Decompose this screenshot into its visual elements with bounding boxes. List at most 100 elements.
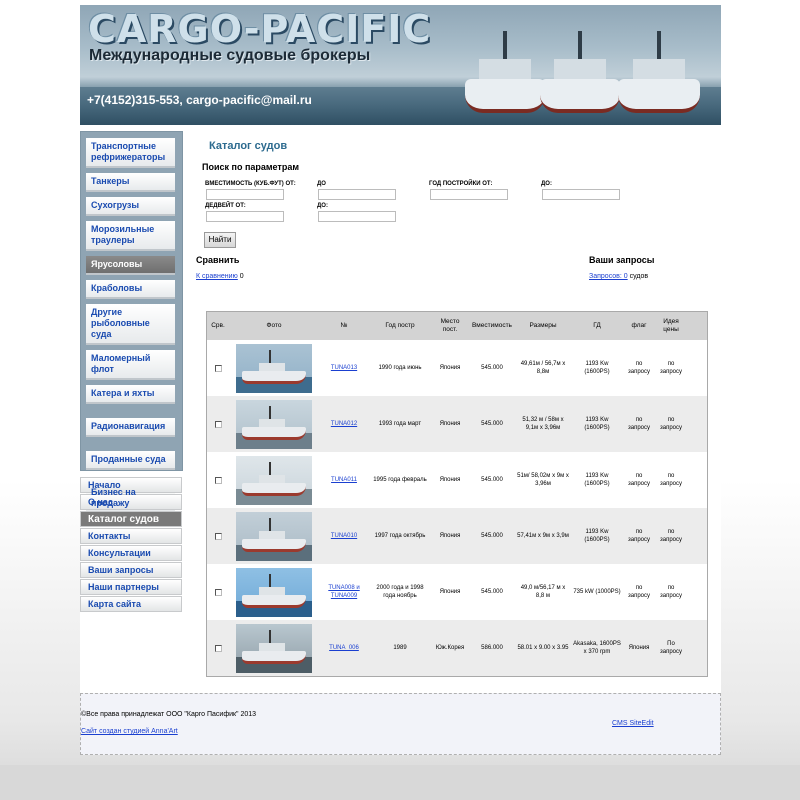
compare-checkbox[interactable] <box>214 364 222 372</box>
cell-engine: 1193 Kw (1600PS) <box>584 473 610 487</box>
compare-checkbox[interactable] <box>214 588 222 596</box>
cell-price: По запросу <box>659 641 682 655</box>
cell-engine: 1193 Kw (1600PS) <box>584 361 610 375</box>
cell-place: Япония <box>439 589 461 595</box>
requests-title: Ваши запросы <box>589 255 655 265</box>
ship-image <box>618 31 700 113</box>
compare-checkbox[interactable] <box>214 420 222 428</box>
vessel-photo[interactable] <box>236 511 312 561</box>
vessel-link[interactable]: TUNA012 <box>331 421 357 427</box>
compare-checkbox[interactable] <box>214 476 222 484</box>
cell-engine: 1193 Kw (1600PS) <box>584 417 610 431</box>
table-row: TUNA010 1997 года октябрь Япония 545.000… <box>207 508 707 564</box>
col-photo: Фото <box>266 322 282 329</box>
requests-line: Запросов: 0 судов <box>589 273 648 280</box>
cell-place: Япония <box>439 477 461 483</box>
site-logo[interactable]: CARGO-PACIFIC <box>88 7 431 51</box>
sidebar: Транспортные рефрижераторы Танкеры Сухог… <box>80 131 184 613</box>
vessel-photo[interactable] <box>236 343 312 393</box>
category-item-sold-vessels[interactable]: Проданные суда <box>86 451 175 470</box>
site-tagline: Международные судовые брокеры <box>89 47 371 64</box>
cell-flag: по запросу <box>627 417 650 431</box>
category-item-radionavigation[interactable]: Радионавигация <box>86 418 175 437</box>
vessel-photo[interactable] <box>236 399 312 449</box>
category-menu: Транспортные рефрижераторы Танкеры Сухог… <box>80 131 183 514</box>
category-item-other-fishing[interactable]: Другие рыболовные суда <box>86 304 175 345</box>
cell-price: по запросу <box>659 529 682 543</box>
nav-item-consultations[interactable]: Консультации <box>80 545 182 561</box>
year-to-label: ДО: <box>541 181 552 187</box>
compare-line: К сравнению 0 <box>196 273 244 280</box>
dwt-from-input[interactable] <box>206 211 284 222</box>
vessel-photo[interactable] <box>236 623 312 673</box>
vessel-link[interactable]: TUNA_006 <box>329 645 359 651</box>
header-contacts: +7(4152)315-553, cargo-pacific@mail.ru <box>87 93 312 107</box>
cell-capacity: 545.000 <box>481 421 503 427</box>
page-title: Каталог судов <box>209 140 288 152</box>
nav-item-sitemap[interactable]: Карта сайта <box>80 596 182 612</box>
compare-count: 0 <box>239 273 244 280</box>
nav-item-requests[interactable]: Ваши запросы <box>80 562 182 578</box>
nav-item-catalog[interactable]: Каталог судов <box>80 511 182 527</box>
copyright: ©Все права принадлежат ООО "Карго Пасифи… <box>81 711 257 718</box>
category-item-reefers[interactable]: Транспортные рефрижераторы <box>86 138 175 168</box>
compare-checkbox[interactable] <box>214 644 222 652</box>
cell-dimensions: 49,61м / 56,7м х 8,8м <box>520 361 566 375</box>
year-from-input[interactable] <box>430 189 508 200</box>
cell-capacity: 545.000 <box>481 477 503 483</box>
col-price: Идея цены <box>663 318 679 333</box>
col-year: Год постр <box>385 322 415 329</box>
col-number: № <box>340 322 348 329</box>
cell-dimensions: 58.01 x 9.00 x 3.95 <box>517 645 569 651</box>
year-to-input[interactable] <box>542 189 620 200</box>
vessel-photo[interactable] <box>236 455 312 505</box>
vessel-link[interactable]: TUNA010 <box>331 533 357 539</box>
compare-link[interactable]: К сравнению <box>196 273 238 280</box>
vessel-photo[interactable] <box>236 567 312 617</box>
header-banner: CARGO-PACIFIC Международные судовые брок… <box>80 5 721 125</box>
table-row: TUNA011 1995 года февраль Япония 545.000… <box>207 452 707 508</box>
cell-place: Япония <box>439 533 461 539</box>
capacity-to-input[interactable] <box>318 189 396 200</box>
capacity-from-input[interactable] <box>206 189 284 200</box>
studio-link[interactable]: Сайт создан студией Anna'Art <box>81 728 178 735</box>
footer: ©Все права принадлежат ООО "Карго Пасифи… <box>80 693 721 755</box>
cell-capacity: 545.000 <box>481 533 503 539</box>
cell-place: Япония <box>439 365 461 371</box>
vessel-link[interactable]: TUNA013 <box>331 365 357 371</box>
table-header: Срв. Фото № Год постр Место пост. Вмести… <box>207 312 707 340</box>
cell-flag: Япония <box>628 645 650 651</box>
col-capacity: Вместимость <box>472 322 512 329</box>
cell-price: по запросу <box>659 585 682 599</box>
capacity-to-label: ДО <box>317 181 326 187</box>
cell-engine: Akasaka, 1600PS x 370 rpm <box>573 641 621 655</box>
dwt-to-label: ДО: <box>317 203 328 209</box>
category-item-boats-yachts[interactable]: Катера и яхты <box>86 385 175 404</box>
search-title: Поиск по параметрам <box>202 162 300 172</box>
category-item-small-fleet[interactable]: Маломерный флот <box>86 350 175 380</box>
vessel-table: Срв. Фото № Год постр Место пост. Вмести… <box>206 311 708 677</box>
year-from-label: ГОД ПОСТРОЙКИ ОТ: <box>429 181 493 187</box>
category-item-longliners[interactable]: Ярусоловы <box>86 256 175 275</box>
category-item-tankers[interactable]: Танкеры <box>86 173 175 192</box>
cell-place: Япония <box>439 421 461 427</box>
nav-item-contacts[interactable]: Контакты <box>80 528 182 544</box>
find-button[interactable]: Найти <box>204 232 236 248</box>
category-item-dry-cargo[interactable]: Сухогрузы <box>86 197 175 216</box>
cell-place: Юж.Корея <box>435 645 465 651</box>
category-item-freezer-trawlers[interactable]: Морозильные траулеры <box>86 221 175 251</box>
vessel-link[interactable]: TUNA008 и TUNA009 <box>328 585 359 599</box>
dwt-to-input[interactable] <box>318 211 396 222</box>
cms-link[interactable]: CMS SiteEdit <box>612 720 654 727</box>
compare-checkbox[interactable] <box>214 532 222 540</box>
cell-price: по запросу <box>659 417 682 431</box>
vessel-link[interactable]: TUNA011 <box>331 477 357 483</box>
nav-item-partners[interactable]: Наши партнеры <box>80 579 182 595</box>
table-row: TUNA013 1990 года июнь Япония 545.000 49… <box>207 340 707 396</box>
col-flag: флаг <box>631 322 647 329</box>
cell-year: 1993 года март <box>378 421 422 427</box>
cell-dimensions: 57,41м х 9м х 3,9м <box>517 533 569 539</box>
requests-link[interactable]: Запросов: 0 <box>589 273 628 280</box>
category-item-crabbers[interactable]: Краболовы <box>86 280 175 299</box>
cell-engine: 1193 Kw (1600PS) <box>584 529 610 543</box>
